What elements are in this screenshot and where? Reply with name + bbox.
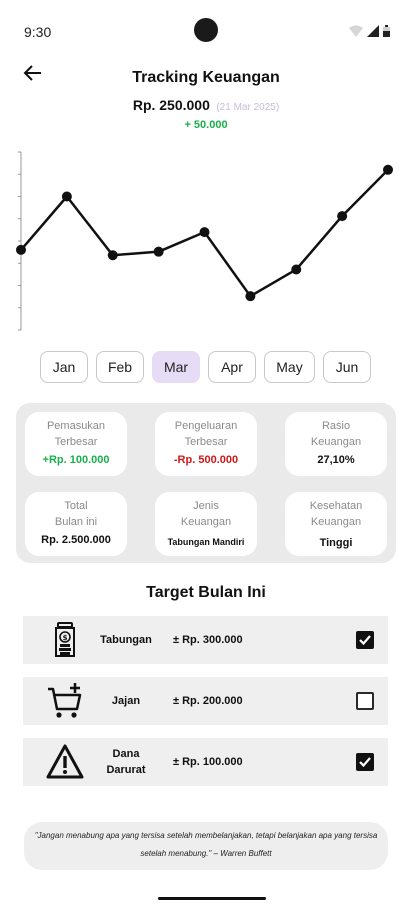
data-point[interactable] [153,246,164,257]
largest-expense-card: Pengeluaran Terbesar -Rp. 500.000 [155,412,257,476]
largest-income-card: Pemasukan Terbesar +Rp. 100.000 [25,412,127,476]
wifi-icon [349,25,363,37]
target-amount: ± Rp. 300.000 [173,634,243,646]
home-indicator[interactable] [158,897,266,900]
stat-value: +Rp. 100.000 [42,454,110,466]
data-point[interactable] [245,291,256,302]
target-row: $ Tabungan ± Rp. 300.000 [23,616,388,664]
target-checkbox[interactable] [356,753,374,771]
target-checkbox[interactable] [356,631,374,649]
data-point[interactable] [16,244,26,255]
data-point[interactable] [107,250,118,261]
balance-line: Rp. 250.000 (21 Mar 2025) [0,97,412,115]
target-name: Jajan [111,695,141,707]
financial-health-card: Kesehatan Keuangan Tinggi [285,492,387,556]
data-point[interactable] [61,191,72,202]
month-tab-apr[interactable]: Apr [208,351,256,383]
stat-label: Total Bulan ini [54,500,98,528]
target-name: Dana Darurat [106,748,146,776]
month-tab-jan[interactable]: Jan [40,351,88,383]
stat-label: Kesehatan Keuangan [309,500,363,528]
quote-text: "Jangan menabung apa yang tersisa setela… [34,831,378,858]
financial-ratio-card: Rasio Keuangan 27,10% [285,412,387,476]
status-time: 9:30 [24,24,52,40]
month-tab-mar[interactable]: Mar [152,351,200,383]
stat-value: Tinggi [319,537,353,549]
savings-jar-icon: $ [45,620,85,660]
warning-icon [45,742,85,782]
target-amount: ± Rp. 100.000 [173,756,243,768]
stats-panel: Pemasukan Terbesar +Rp. 100.000 Pengeluara… [16,403,396,563]
svg-text:$: $ [63,634,68,642]
stat-label: Rasio Keuangan [310,420,362,448]
month-tab-may[interactable]: May [264,351,315,383]
stat-value: Tabungan Mandiri [167,537,245,547]
stat-label: Jenis Keuangan [180,500,232,528]
balance-amount: Rp. 250.000 [132,97,210,113]
front-camera [194,18,218,42]
status-icons [349,25,390,37]
month-selector: Jan Feb Mar Apr May Jun [40,351,371,383]
page-title: Tracking Keuangan [132,69,280,86]
monthly-total-card: Total Bulan ini Rp. 2.500.000 [25,492,127,556]
status-bar: 9:30 [0,0,412,60]
data-point[interactable] [199,227,210,238]
data-point[interactable] [337,211,348,222]
month-tab-jun[interactable]: Jun [323,351,371,383]
target-name: Tabungan [100,634,152,646]
balance-date: (21 Mar 2025) [216,102,280,113]
stat-value: 27,10% [317,454,355,466]
target-amount: ± Rp. 200.000 [173,695,243,707]
target-checkbox[interactable] [356,692,374,710]
balance-change: + 50.000 [184,119,228,131]
add-to-cart-icon [45,681,85,721]
data-point[interactable] [291,264,302,275]
data-point[interactable] [383,164,393,175]
month-tab-feb[interactable]: Feb [96,351,144,383]
finance-type-card: Jenis Keuangan Tabungan Mandiri [155,492,257,556]
targets-title: Target Bulan Ini [146,584,266,601]
balance-line-chart [16,151,393,331]
cellular-signal-icon [367,25,379,37]
target-row: Jajan ± Rp. 200.000 [23,677,388,725]
quote-card: "Jangan menabung apa yang tersisa setela… [24,822,388,870]
stat-label: Pemasukan Terbesar [46,420,106,448]
stat-value: Rp. 2.500.000 [41,534,111,546]
target-row: Dana Darurat ± Rp. 100.000 [23,738,388,786]
checkmark-icon [359,757,371,768]
stat-label: Pengeluaran Terbesar [174,420,238,448]
battery-icon [383,25,390,37]
stat-value: -Rp. 500.000 [173,454,239,466]
checkmark-icon [359,635,371,646]
